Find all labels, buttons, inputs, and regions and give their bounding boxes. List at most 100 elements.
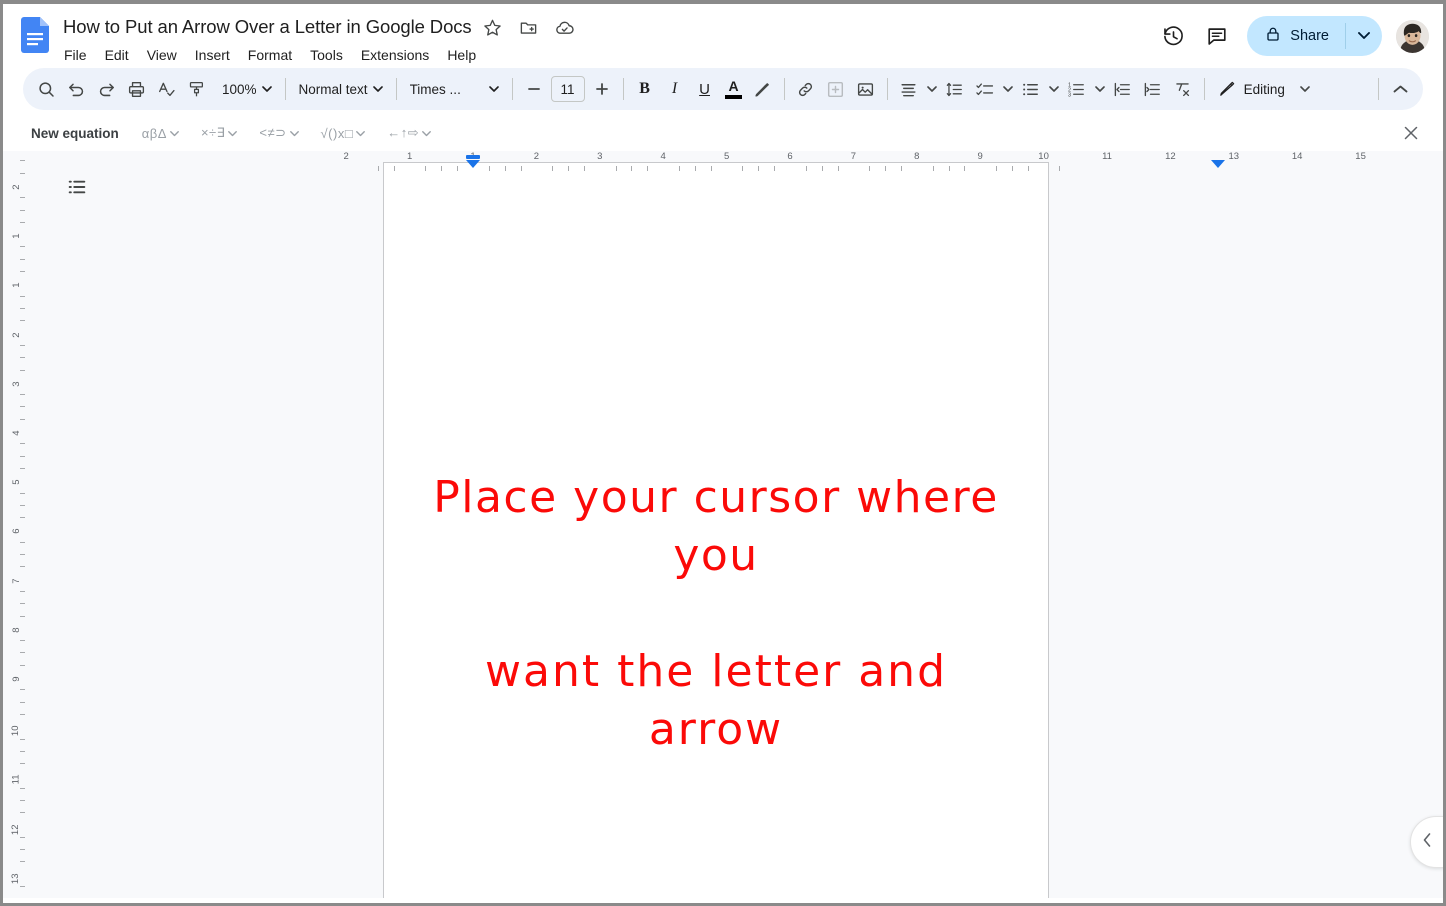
ruler-tick [695, 166, 696, 171]
increase-font-size-button[interactable] [587, 74, 617, 104]
ruler-tick [552, 166, 553, 171]
editing-mode-button[interactable]: Editing [1211, 74, 1292, 104]
move-to-folder-icon[interactable] [514, 13, 544, 41]
vertical-ruler[interactable]: 2112345678910111213141516 [3, 151, 25, 898]
numbered-list-icon[interactable]: 1 2 3 [1062, 74, 1092, 104]
main-toolbar: 100% Normal text Times ... 11 B I U A 1 … [23, 68, 1423, 110]
ruler-tick [901, 166, 902, 171]
ruler-number: 6 [787, 151, 793, 162]
horizontal-ruler[interactable]: 21123456789101112131415 [344, 151, 1366, 173]
star-icon[interactable] [478, 13, 508, 41]
zoom-control[interactable]: 100% [215, 74, 279, 104]
paint-format-icon[interactable] [181, 74, 211, 104]
chevron-down-icon [356, 124, 366, 142]
insert-image-icon[interactable] [851, 74, 881, 104]
toolbar-divider [1378, 78, 1379, 100]
redo-icon[interactable] [91, 74, 121, 104]
titlebar-actions: Share [1153, 16, 1429, 56]
math-operators-glyph: √()x□ [320, 125, 354, 141]
share-dropdown-caret-icon[interactable] [1346, 16, 1382, 56]
increase-indent-icon[interactable] [1138, 74, 1168, 104]
undo-icon[interactable] [61, 74, 91, 104]
align-dropdown-caret-icon[interactable] [924, 74, 940, 104]
add-comment-icon[interactable] [821, 74, 851, 104]
share-main-area[interactable]: Share [1247, 16, 1345, 56]
menu-tools[interactable]: Tools [301, 43, 352, 67]
first-line-indent-marker[interactable] [466, 160, 480, 168]
version-history-icon[interactable] [1153, 16, 1193, 56]
math-operations-group[interactable]: ×÷∃ [198, 122, 240, 144]
clear-formatting-icon[interactable] [1168, 74, 1198, 104]
chevron-down-icon [170, 124, 179, 142]
comment-icon[interactable] [1197, 16, 1237, 56]
font-family-dropdown[interactable]: Times ... [403, 74, 506, 104]
insert-link-icon[interactable] [791, 74, 821, 104]
ruler-tick [742, 166, 743, 171]
side-panel-toggle[interactable] [1410, 816, 1443, 868]
underline-button[interactable]: U [690, 74, 720, 104]
toolbar-divider [783, 78, 785, 100]
menu-format[interactable]: Format [239, 43, 301, 67]
text-color-button[interactable]: A [720, 74, 748, 104]
ruler-tick [996, 166, 997, 171]
paragraph-style-dropdown[interactable]: Normal text [292, 74, 390, 104]
share-button[interactable]: Share [1247, 16, 1382, 56]
document-page[interactable]: Place your cursor where you want the let… [383, 162, 1049, 898]
ruler-tick [774, 166, 775, 171]
arrows-group[interactable]: ←↑⇨ [384, 122, 434, 144]
ruler-tick [394, 166, 395, 171]
menu-extensions[interactable]: Extensions [352, 43, 438, 67]
editing-mode-dropdown-caret-icon[interactable] [1292, 74, 1318, 104]
checklist-icon[interactable] [970, 74, 1000, 104]
font-size-input[interactable] [550, 76, 585, 102]
ruler-tick [521, 166, 522, 171]
ruler-number: 5 [723, 151, 730, 162]
checklist-dropdown-caret-icon[interactable] [1000, 74, 1016, 104]
title-bar: How to Put an Arrow Over a Letter in Goo… [3, 4, 1443, 68]
ruler-tick [568, 166, 569, 171]
greek-letters-group[interactable]: αβΔ [139, 122, 182, 144]
relations-group[interactable]: <≠⊃ [256, 122, 301, 144]
print-icon[interactable] [121, 74, 151, 104]
menu-help[interactable]: Help [438, 43, 485, 67]
toolbar-divider [511, 78, 513, 100]
right-indent-marker[interactable] [1210, 160, 1225, 168]
line-spacing-icon[interactable] [940, 74, 970, 104]
ruler-number: 7 [850, 151, 857, 162]
bulleted-list-icon[interactable] [1016, 74, 1046, 104]
cloud-saved-icon[interactable] [550, 13, 580, 41]
menu-view[interactable]: View [138, 43, 186, 67]
numbered-list-dropdown-caret-icon[interactable] [1092, 74, 1108, 104]
ruler-tick [869, 166, 870, 171]
bold-button[interactable]: B [630, 74, 660, 104]
menu-insert[interactable]: Insert [186, 43, 239, 67]
left-indent-marker[interactable] [466, 155, 480, 159]
align-icon[interactable] [894, 74, 924, 104]
ruler-tick [441, 166, 442, 171]
avatar[interactable] [1396, 19, 1429, 53]
spellcheck-icon[interactable] [151, 74, 181, 104]
new-equation-button[interactable]: New equation [31, 126, 119, 141]
greek-letters-glyph: αβΔ [141, 125, 167, 141]
ruler-tick [758, 166, 759, 171]
decrease-indent-icon[interactable] [1108, 74, 1138, 104]
search-icon[interactable] [31, 74, 61, 104]
ruler-tick [457, 166, 458, 171]
zoom-value[interactable]: 100% [215, 74, 279, 104]
close-equation-toolbar-icon[interactable] [1397, 119, 1425, 147]
bulleted-list-dropdown-caret-icon[interactable] [1046, 74, 1062, 104]
document-title[interactable]: How to Put an Arrow Over a Letter in Goo… [63, 14, 472, 40]
ruler-number: 2 [343, 151, 349, 162]
document-outline-icon[interactable] [57, 167, 97, 207]
ruler-tick [425, 166, 426, 171]
toolbar-divider [1203, 78, 1205, 100]
math-operators-group[interactable]: √()x□ [318, 122, 369, 144]
google-docs-logo[interactable] [21, 17, 49, 53]
ruler-number: 13 [1228, 151, 1240, 162]
decrease-font-size-button[interactable] [519, 74, 549, 104]
hide-menus-chevron-up-icon[interactable] [1385, 74, 1415, 104]
highlight-color-icon[interactable] [748, 74, 778, 104]
menu-file[interactable]: File [55, 43, 96, 67]
menu-edit[interactable]: Edit [96, 43, 138, 67]
italic-button[interactable]: I [660, 74, 690, 104]
